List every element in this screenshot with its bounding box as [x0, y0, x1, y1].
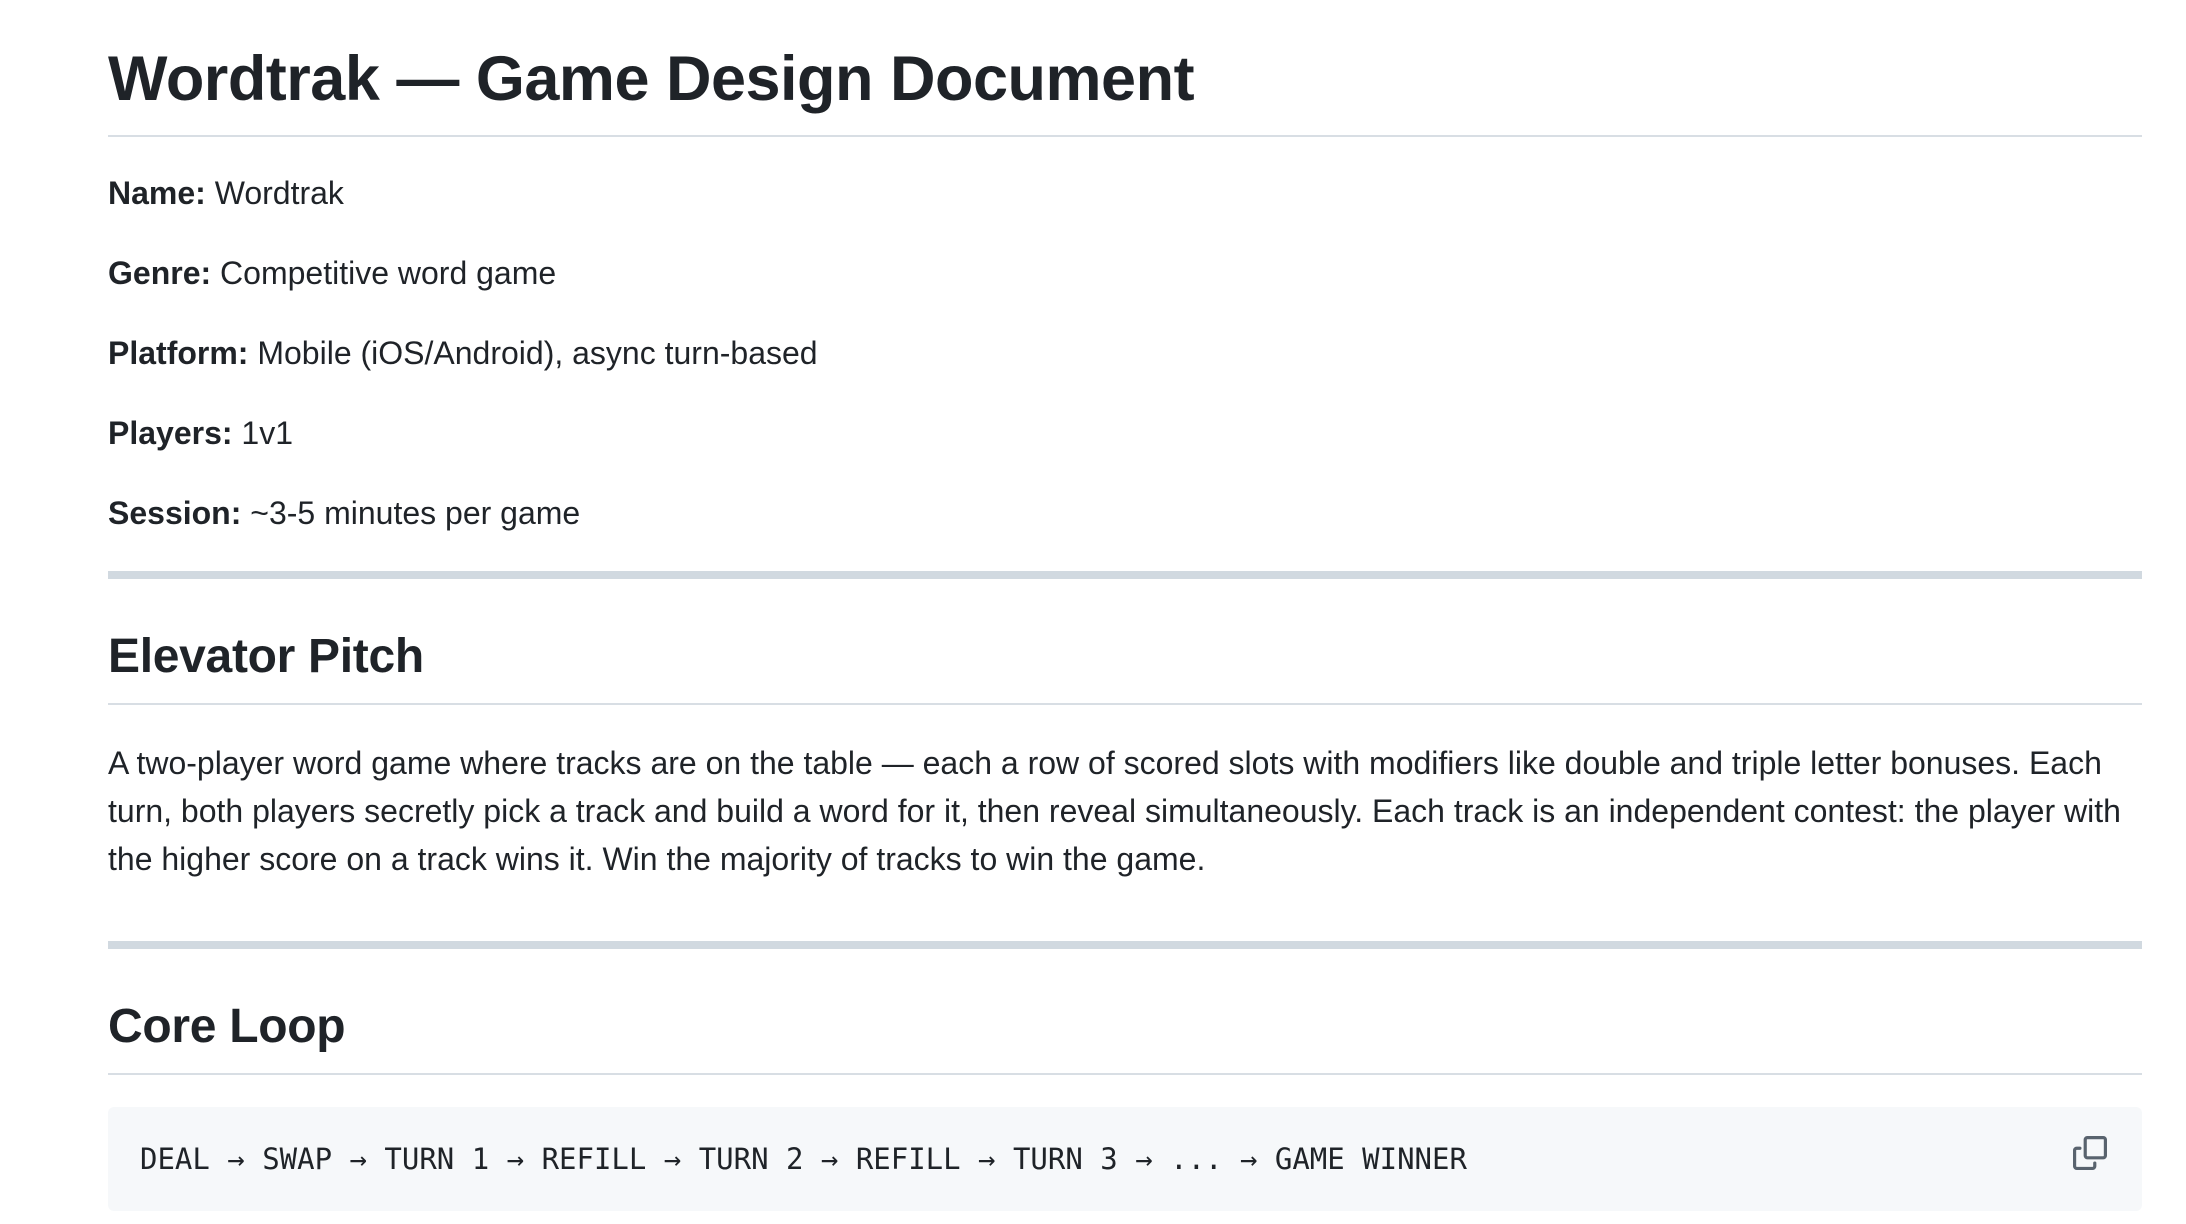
meta-value: Competitive word game: [220, 255, 557, 291]
meta-label: Platform:: [108, 335, 249, 371]
meta-session: Session: ~3-5 minutes per game: [108, 493, 2142, 533]
meta-value: 1v1: [241, 415, 294, 451]
meta-platform: Platform: Mobile (iOS/Android), async tu…: [108, 333, 2142, 373]
document: Wordtrak — Game Design Document Name: Wo…: [108, 0, 2142, 1211]
meta-label: Genre:: [108, 255, 212, 291]
section-divider: [108, 941, 2142, 949]
heading-divider: [108, 1073, 2142, 1075]
meta-players: Players: 1v1: [108, 413, 2142, 453]
meta-label: Players:: [108, 415, 233, 451]
metadata-list: Name: Wordtrak Genre: Competitive word g…: [108, 173, 2142, 533]
section-divider: [108, 571, 2142, 579]
copy-button[interactable]: [2070, 1133, 2110, 1173]
elevator-pitch-heading: Elevator Pitch: [108, 630, 424, 683]
core-loop-heading: Core Loop: [108, 1000, 346, 1053]
meta-value: Mobile (iOS/Android), async turn-based: [257, 335, 818, 371]
meta-value: ~3-5 minutes per game: [250, 495, 581, 531]
meta-genre: Genre: Competitive word game: [108, 253, 2142, 293]
meta-value: Wordtrak: [214, 175, 344, 211]
copy-icon: [2073, 1136, 2107, 1170]
title-divider: [108, 135, 2142, 137]
meta-label: Name:: [108, 175, 206, 211]
page-title: Wordtrak — Game Design Document: [108, 44, 1195, 114]
meta-name: Name: Wordtrak: [108, 173, 2142, 213]
core-loop-code-block: DEAL → SWAP → TURN 1 → REFILL → TURN 2 →…: [108, 1107, 2142, 1211]
heading-divider: [108, 703, 2142, 705]
core-loop-code: DEAL → SWAP → TURN 1 → REFILL → TURN 2 →…: [140, 1142, 1467, 1176]
meta-label: Session:: [108, 495, 242, 531]
elevator-pitch-text: A two-player word game where tracks are …: [108, 745, 2121, 877]
